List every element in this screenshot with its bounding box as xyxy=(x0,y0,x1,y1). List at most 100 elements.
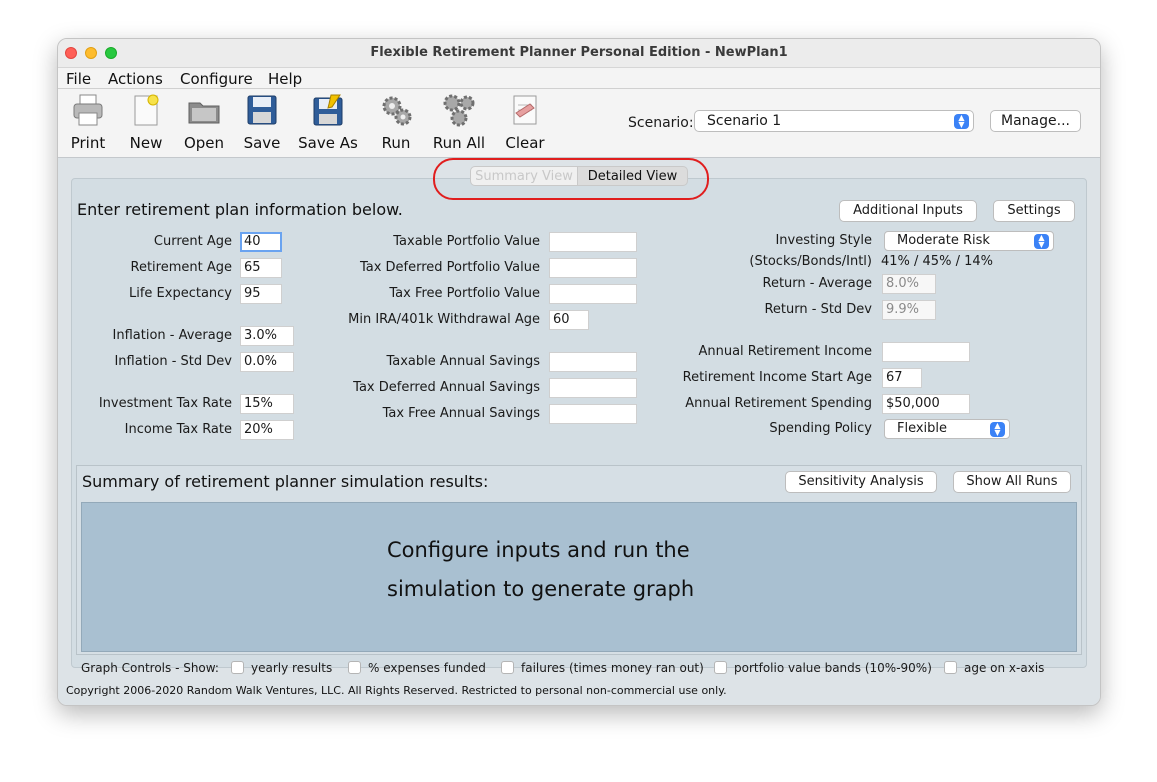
graph-message-line-2: simulation to generate graph xyxy=(387,577,695,601)
updown-chevron-icon: ▲ ▼ xyxy=(990,422,1005,437)
sensitivity-analysis-button[interactable]: Sensitivity Analysis xyxy=(785,471,937,493)
annual-spending-label: Annual Retirement Spending xyxy=(685,396,872,411)
failures-label: failures (times money ran out) xyxy=(521,661,704,675)
annual-income-label: Annual Retirement Income xyxy=(698,344,872,359)
new-document-icon xyxy=(134,94,159,126)
open-button[interactable]: Open xyxy=(180,93,228,153)
settings-button[interactable]: Settings xyxy=(993,200,1075,222)
inflation-std-dev-label: Inflation - Std Dev xyxy=(114,354,232,369)
save-label: Save xyxy=(243,134,281,152)
save-as-button[interactable]: Save As xyxy=(296,93,360,153)
tax-free-savings-input[interactable] xyxy=(549,404,637,424)
menu-actions[interactable]: Actions xyxy=(108,70,163,88)
run-label: Run xyxy=(381,134,411,152)
spending-policy-label: Spending Policy xyxy=(769,421,872,436)
tax-deferred-savings-label: Tax Deferred Annual Savings xyxy=(353,380,540,395)
failures-checkbox[interactable] xyxy=(501,661,514,674)
print-button[interactable]: Print xyxy=(66,93,110,153)
annual-spending-input[interactable]: $50,000 xyxy=(882,394,970,414)
min-withdrawal-age-label: Min IRA/401k Withdrawal Age xyxy=(348,312,540,327)
graph-message-line-1: Configure inputs and run the xyxy=(387,538,690,562)
age-x-axis-checkbox[interactable] xyxy=(944,661,957,674)
graph-controls: Graph Controls - Show: yearly results % … xyxy=(76,656,1082,678)
results-panel: Summary of retirement planner simulation… xyxy=(76,465,1082,655)
save-as-label: Save As xyxy=(298,134,358,152)
taxable-portfolio-input[interactable] xyxy=(549,232,637,252)
age-x-axis-label: age on x-axis xyxy=(964,661,1045,675)
tax-deferred-portfolio-input[interactable] xyxy=(549,258,637,278)
portfolio-bands-label: portfolio value bands (10%-90%) xyxy=(734,661,932,675)
title-bar: Flexible Retirement Planner Personal Edi… xyxy=(58,39,1100,67)
graph-controls-label: Graph Controls - Show: xyxy=(81,661,219,675)
return-std-dev-label: Return - Std Dev xyxy=(764,302,872,317)
run-all-button[interactable]: Run All xyxy=(430,93,488,153)
tax-deferred-savings-input[interactable] xyxy=(549,378,637,398)
clear-label: Clear xyxy=(505,134,545,152)
investment-tax-rate-label: Investment Tax Rate xyxy=(98,396,232,411)
income-tax-rate-label: Income Tax Rate xyxy=(124,422,232,437)
new-label: New xyxy=(129,134,163,152)
save-button[interactable]: Save xyxy=(240,93,284,153)
return-average-label: Return - Average xyxy=(762,276,872,291)
investing-style-value: Moderate Risk xyxy=(897,233,990,248)
portfolio-bands-checkbox[interactable] xyxy=(714,661,727,674)
current-age-input[interactable]: 40 xyxy=(240,232,282,252)
run-button[interactable]: Run xyxy=(374,93,418,153)
additional-inputs-button[interactable]: Additional Inputs xyxy=(839,200,977,222)
main-content: Enter retirement plan information below.… xyxy=(58,157,1100,705)
life-expectancy-label: Life Expectancy xyxy=(128,286,232,301)
retirement-age-label: Retirement Age xyxy=(130,260,233,275)
print-label: Print xyxy=(70,134,106,152)
tax-deferred-portfolio-label: Tax Deferred Portfolio Value xyxy=(359,260,540,275)
income-tax-rate-input[interactable]: 20% xyxy=(240,420,294,440)
toolbar: Print New Open Save Save As Run Run All xyxy=(58,89,1100,157)
taxable-portfolio-label: Taxable Portfolio Value xyxy=(393,234,540,249)
taxable-savings-input[interactable] xyxy=(549,352,637,372)
clear-button[interactable]: Clear xyxy=(502,93,548,153)
open-label: Open xyxy=(183,134,225,152)
tax-free-portfolio-input[interactable] xyxy=(549,284,637,304)
show-all-runs-button[interactable]: Show All Runs xyxy=(953,471,1071,493)
new-button[interactable]: New xyxy=(124,93,168,153)
updown-chevron-icon: ▲ ▼ xyxy=(954,114,969,129)
scenario-label: Scenario: xyxy=(628,115,694,131)
form-heading: Enter retirement plan information below. xyxy=(77,200,403,219)
investment-tax-rate-input[interactable]: 15% xyxy=(240,394,294,414)
income-start-age-label: Retirement Income Start Age xyxy=(682,370,872,385)
results-graph: Configure inputs and run the simulation … xyxy=(81,502,1077,652)
yearly-results-label: yearly results xyxy=(251,661,333,675)
spending-policy-select[interactable]: Flexible ▲ ▼ xyxy=(884,419,1010,439)
taxable-savings-label: Taxable Annual Savings xyxy=(386,354,540,369)
allocation-value: 41% / 45% / 14% xyxy=(881,254,993,269)
allocation-label: (Stocks/Bonds/Intl) xyxy=(749,254,872,269)
manage-button[interactable]: Manage... xyxy=(990,110,1081,132)
annual-income-input[interactable] xyxy=(882,342,970,362)
income-start-age-input[interactable]: 67 xyxy=(882,368,922,388)
scenario-select[interactable]: Scenario 1 ▲ ▼ xyxy=(694,110,974,132)
inflation-std-dev-input[interactable]: 0.0% xyxy=(240,352,294,372)
copyright-text: Copyright 2006-2020 Random Walk Ventures… xyxy=(66,684,727,697)
investing-style-select[interactable]: Moderate Risk ▲ ▼ xyxy=(884,231,1054,251)
plan-panel: Enter retirement plan information below.… xyxy=(71,178,1087,675)
results-title: Summary of retirement planner simulation… xyxy=(82,472,489,491)
expenses-funded-checkbox[interactable] xyxy=(348,661,361,674)
min-withdrawal-age-input[interactable]: 60 xyxy=(549,310,589,330)
floppy-disk-icon xyxy=(247,95,277,125)
menu-file[interactable]: File xyxy=(66,70,91,88)
life-expectancy-input[interactable]: 95 xyxy=(240,284,282,304)
updown-chevron-icon: ▲ ▼ xyxy=(1034,234,1049,249)
yearly-results-checkbox[interactable] xyxy=(231,661,244,674)
retirement-age-input[interactable]: 65 xyxy=(240,258,282,278)
menu-configure[interactable]: Configure xyxy=(180,70,253,88)
tax-free-savings-label: Tax Free Annual Savings xyxy=(382,406,540,421)
menu-bar: File Actions Configure Help xyxy=(58,67,1100,89)
expenses-funded-label: % expenses funded xyxy=(368,661,486,675)
menu-help[interactable]: Help xyxy=(268,70,302,88)
inflation-average-input[interactable]: 3.0% xyxy=(240,326,294,346)
folder-icon xyxy=(188,102,220,124)
graph-placeholder-message: Configure inputs and run the simulation … xyxy=(387,531,694,609)
gear-icon xyxy=(382,96,412,126)
run-all-label: Run All xyxy=(432,134,486,152)
floppy-disk-edit-icon xyxy=(313,94,343,126)
return-average-field: 8.0% xyxy=(882,274,936,294)
